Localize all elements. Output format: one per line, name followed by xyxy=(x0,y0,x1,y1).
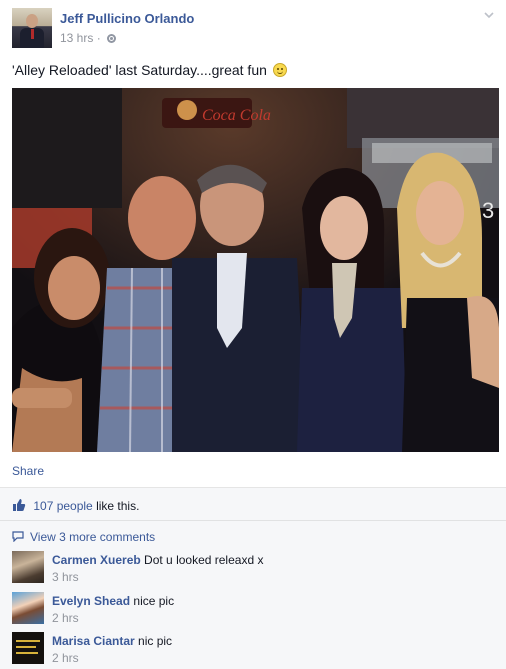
commenter-name[interactable]: Marisa Ciantar xyxy=(52,634,135,648)
avatar-figure-tie xyxy=(31,29,34,39)
photo-illustration: Coca Cola 3 xyxy=(12,88,499,452)
smiley-icon xyxy=(272,63,287,77)
globe-icon[interactable] xyxy=(107,34,117,43)
comment-text: nic pic xyxy=(138,634,173,648)
author-name-link[interactable]: Jeff Pullicino Orlando xyxy=(60,11,194,26)
post-meta: 13 hrs · xyxy=(60,31,117,45)
likes-row: 107 people like this. xyxy=(12,498,139,513)
comment-item: Marisa Ciantar nic pic 2 hrs xyxy=(12,632,496,666)
commenter-avatar[interactable] xyxy=(12,592,44,624)
thumbs-up-icon xyxy=(13,499,26,511)
post-message: 'Alley Reloaded' last Saturday....great … xyxy=(12,62,267,78)
comment-time[interactable]: 2 hrs xyxy=(52,651,79,665)
likes-suffix: like this. xyxy=(92,499,140,513)
comment-item: Evelyn Shead nice pic 2 hrs xyxy=(12,592,496,626)
commenter-avatar[interactable] xyxy=(12,632,44,664)
share-link[interactable]: Share xyxy=(12,464,44,478)
author-avatar[interactable] xyxy=(12,8,52,48)
meta-separator: · xyxy=(96,31,101,45)
commenter-avatar[interactable] xyxy=(12,551,44,583)
coca-cola-sign: Coca Cola xyxy=(202,107,271,124)
post-photo[interactable]: Coca Cola 3 xyxy=(12,88,499,452)
comment-line: Carmen Xuereb Dot u looked releaxd x xyxy=(52,553,263,567)
comment-item: Carmen Xuereb Dot u looked releaxd x 3 h… xyxy=(12,551,496,585)
background-number: 3 xyxy=(482,198,494,223)
commenter-name[interactable]: Carmen Xuereb xyxy=(52,553,141,567)
post-timestamp[interactable]: 13 hrs xyxy=(60,31,93,45)
comment-line: Evelyn Shead nice pic xyxy=(52,594,174,608)
chevron-down-icon[interactable] xyxy=(484,10,494,20)
comment-time[interactable]: 2 hrs xyxy=(52,611,79,625)
comment-text: Dot u looked releaxd x xyxy=(144,553,264,567)
comment-bubble-icon xyxy=(12,531,24,542)
avatar-text-stripe xyxy=(16,640,40,642)
post-footer: 107 people like this. View 3 more commen… xyxy=(0,487,506,669)
avatar-text-stripe xyxy=(16,652,38,654)
post-text: 'Alley Reloaded' last Saturday....great … xyxy=(12,62,287,78)
footer-divider xyxy=(0,520,506,521)
commenter-name[interactable]: Evelyn Shead xyxy=(52,594,130,608)
post-header: Jeff Pullicino Orlando 13 hrs · xyxy=(12,8,496,48)
comment-line: Marisa Ciantar nic pic xyxy=(52,634,172,648)
comment-time[interactable]: 3 hrs xyxy=(52,570,79,584)
likes-count-link[interactable]: 107 people xyxy=(33,499,92,513)
view-more-comments-label: View 3 more comments xyxy=(30,530,156,544)
view-more-comments[interactable]: View 3 more comments xyxy=(12,530,155,544)
avatar-figure-head xyxy=(26,14,38,28)
avatar-text-stripe xyxy=(16,646,36,648)
comment-text: nice pic xyxy=(133,594,175,608)
